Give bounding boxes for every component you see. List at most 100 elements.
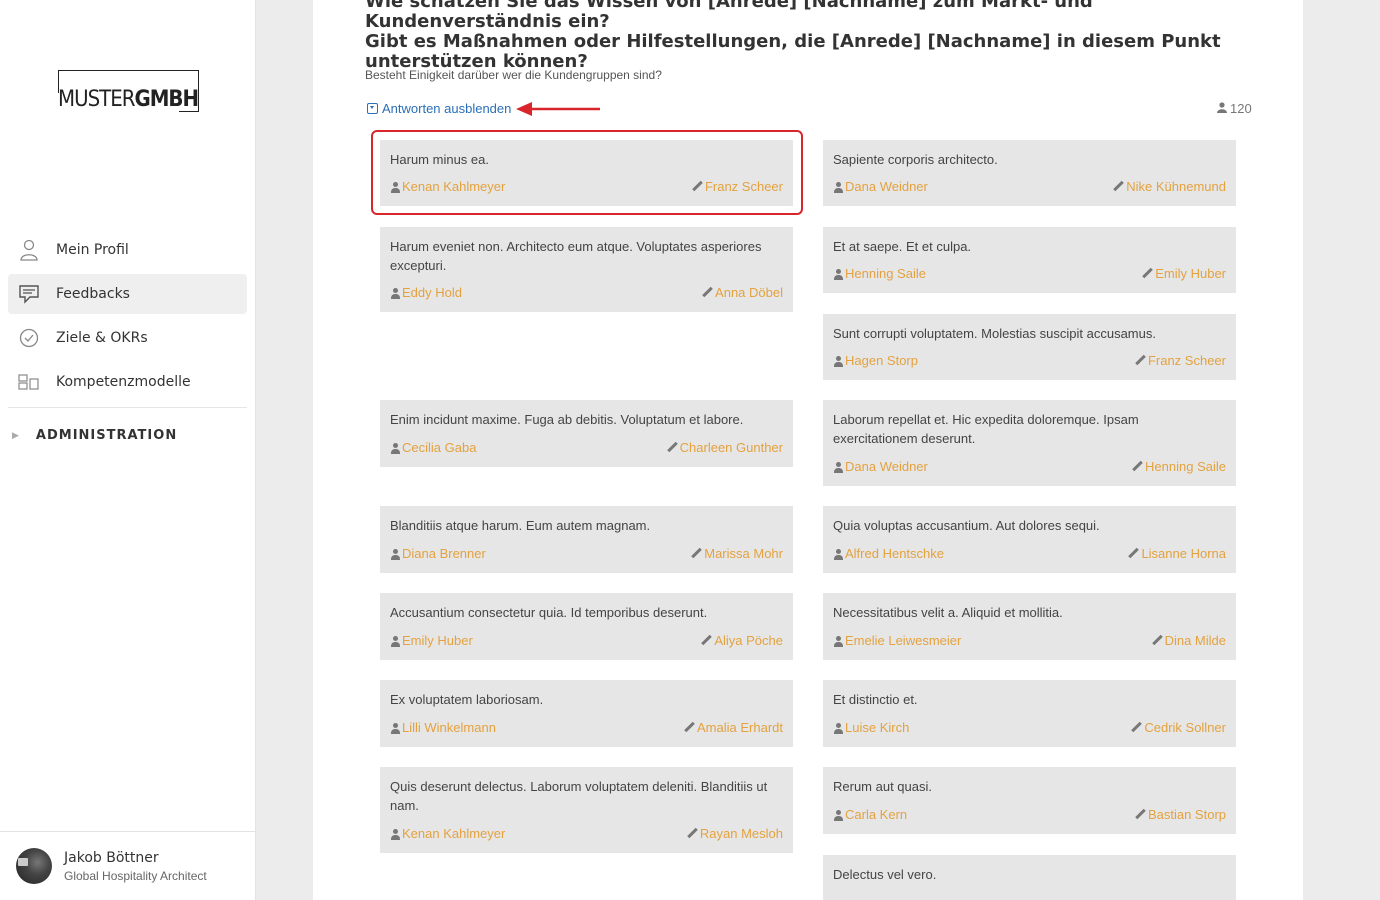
author-link[interactable]: Anna Döbel: [701, 285, 783, 301]
subject-person-link[interactable]: Diana Brenner: [390, 546, 486, 562]
nav-item-feedbacks[interactable]: Feedbacks: [8, 274, 247, 314]
answer-text: Et at saepe. Et et culpa.: [833, 239, 972, 254]
answer-text: Quis deserunt delectus. Laborum voluptat…: [390, 779, 768, 813]
subject-person-link[interactable]: Emelie Leiwesmeier: [833, 633, 961, 649]
author-link[interactable]: Dina Milde: [1151, 633, 1226, 649]
person-icon: [833, 268, 843, 280]
author-link[interactable]: Franz Scheer: [1134, 353, 1226, 369]
author-link[interactable]: Charleen Gunther: [666, 440, 783, 456]
answer-text: Accusantium consectetur quia. Id tempori…: [390, 605, 708, 620]
hide-answers-label: Antworten ausblenden: [382, 101, 512, 116]
author-link[interactable]: Nike Kühnemund: [1112, 179, 1226, 195]
company-logo[interactable]: MUSTERGMBH: [58, 70, 199, 112]
check-circle-icon: [18, 327, 40, 349]
subject-person-name: Lilli Winkelmann: [402, 720, 496, 735]
person-icon: [833, 548, 843, 560]
author-name: Nike Kühnemund: [1126, 179, 1226, 194]
person-icon: [390, 722, 400, 734]
hide-answers-link[interactable]: Antworten ausblenden: [367, 101, 511, 116]
answer-card: Blanditiis atque harum. Eum autem magnam…: [380, 506, 793, 573]
answer-meta: Alfred Hentschke Lisanne Horna: [833, 546, 1226, 562]
answer-text: Rerum aut quasi.: [833, 779, 932, 794]
subject-person-link[interactable]: Henning Saile: [833, 266, 926, 282]
subject-person-link[interactable]: Cecilia Gaba: [390, 440, 476, 456]
logo-text-light: MUSTER: [58, 87, 135, 112]
pencil-icon: [1151, 635, 1163, 647]
subject-person-link[interactable]: Dana Weidner: [833, 459, 928, 475]
nav-item-label: Kompetenzmodelle: [56, 374, 191, 390]
answer-text: Sunt corrupti voluptatem. Molestias susc…: [833, 326, 1156, 341]
answer-meta: Lilli Winkelmann Amalia Erhardt: [390, 720, 783, 736]
answer-text: Necessitatibus velit a. Aliquid et molli…: [833, 605, 1063, 620]
answer-card: Harum eveniet non. Architecto eum atque.…: [380, 227, 793, 312]
author-name: Aliya Pöche: [714, 633, 783, 648]
author-link[interactable]: Amalia Erhardt: [683, 720, 783, 736]
author-link[interactable]: Lisanne Horna: [1127, 546, 1226, 562]
subject-person-name: Dana Weidner: [845, 459, 928, 474]
nav-item-kompetenzmodelle[interactable]: Kompetenzmodelle: [8, 362, 247, 402]
answer-text: Enim incidunt maxime. Fuga ab debitis. V…: [390, 412, 744, 427]
answer-text: Et distinctio et.: [833, 692, 918, 707]
subject-person-link[interactable]: Kenan Kahlmeyer: [390, 826, 505, 842]
answer-card: Et at saepe. Et et culpa. Henning Saile Em…: [823, 227, 1236, 293]
subject-person-name: Hagen Storp: [845, 353, 918, 368]
nav-item-ziele-okrs[interactable]: Ziele & OKRs: [8, 318, 247, 358]
question-line: Wie schätzen Sie das Wissen von [Anrede]…: [365, 0, 1093, 32]
blocks-icon: [18, 371, 40, 393]
sidebar: MUSTERGMBH Mein Profil Feedbacks Ziele &…: [0, 0, 256, 900]
admin-label: ADMINISTRATION: [35, 428, 178, 443]
user-role: Global Hospitality Architect: [64, 869, 207, 883]
person-icon: [390, 287, 400, 299]
current-user[interactable]: Jakob Böttner Global Hospitality Archite…: [0, 831, 255, 900]
person-icon: [390, 635, 400, 647]
person-icon: [833, 635, 843, 647]
author-link[interactable]: Rayan Mesloh: [686, 826, 783, 842]
author-link[interactable]: Aliya Pöche: [700, 633, 783, 649]
pencil-icon: [1112, 181, 1124, 193]
answer-meta: Eddy Hold Anna Döbel: [390, 285, 783, 301]
pencil-icon: [1134, 355, 1146, 367]
subject-person-name: Emily Huber: [402, 633, 473, 648]
nav-admin-toggle[interactable]: ▶ ADMINISTRATION: [12, 428, 177, 443]
author-name: Henning Saile: [1145, 459, 1226, 474]
answer-card: Delectus vel vero.: [823, 855, 1236, 900]
subject-person-link[interactable]: Hagen Storp: [833, 353, 918, 369]
answer-meta: Dana Weidner Henning Saile: [833, 459, 1226, 475]
subject-person-name: Eddy Hold: [402, 285, 462, 300]
subject-person-link[interactable]: Alfred Hentschke: [833, 546, 944, 562]
subject-person-link[interactable]: Lilli Winkelmann: [390, 720, 496, 736]
subject-person-link[interactable]: Carla Kern: [833, 807, 907, 823]
nav-item-mein-profil[interactable]: Mein Profil: [8, 230, 247, 270]
nav-item-label: Feedbacks: [56, 286, 130, 302]
author-name: Dina Milde: [1164, 633, 1226, 648]
author-name: Emily Huber: [1155, 266, 1226, 281]
person-icon: [1217, 101, 1227, 116]
caret-right-icon: ▶: [12, 430, 20, 441]
person-icon: [833, 809, 843, 821]
nav-item-label: Ziele & OKRs: [56, 330, 148, 346]
author-link[interactable]: Bastian Storp: [1134, 807, 1226, 823]
author-link[interactable]: Cedrik Sollner: [1130, 720, 1226, 736]
subject-person-link[interactable]: Dana Weidner: [833, 179, 928, 195]
highlight-box: [371, 130, 803, 215]
subject-person-name: Henning Saile: [845, 266, 926, 281]
author-name: Marissa Mohr: [704, 546, 783, 561]
person-icon: [833, 722, 843, 734]
author-name: Charleen Gunther: [679, 440, 783, 455]
subject-person-link[interactable]: Luise Kirch: [833, 720, 909, 736]
author-link[interactable]: Emily Huber: [1141, 266, 1226, 282]
author-link[interactable]: Marissa Mohr: [690, 546, 783, 562]
answer-card: Laborum repellat et. Hic expedita dolore…: [823, 400, 1236, 486]
chat-icon: [18, 283, 40, 305]
answer-meta: Carla Kern Bastian Storp: [833, 807, 1226, 823]
pencil-icon: [690, 548, 702, 560]
subject-person-name: Luise Kirch: [845, 720, 910, 735]
subject-person-link[interactable]: Eddy Hold: [390, 285, 462, 301]
answer-card: Sapiente corporis architecto. Dana Weidne…: [823, 140, 1236, 206]
author-link[interactable]: Henning Saile: [1131, 459, 1226, 475]
answer-meta: Kenan Kahlmeyer Rayan Mesloh: [390, 826, 783, 842]
subject-person-link[interactable]: Emily Huber: [390, 633, 473, 649]
person-icon: [833, 355, 843, 367]
answer-text: Harum eveniet non. Architecto eum atque.…: [390, 239, 762, 273]
person-icon: [833, 181, 843, 193]
